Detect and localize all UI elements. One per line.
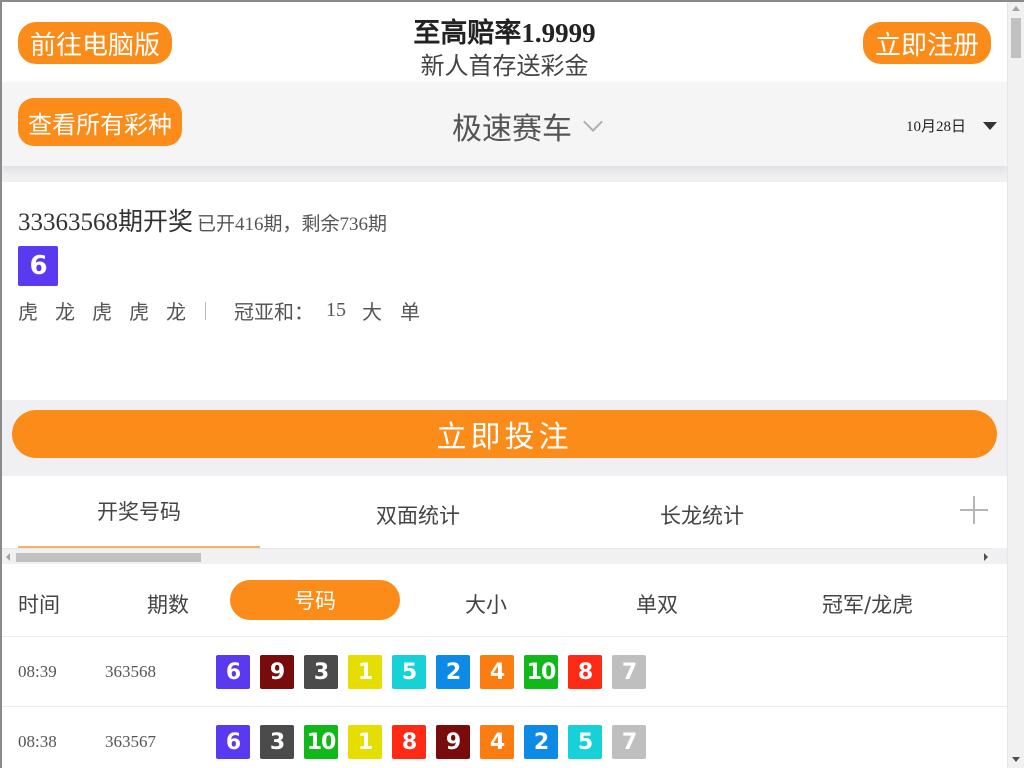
dragon-tiger-5: 龙	[166, 300, 186, 324]
tab-draw-numbers[interactable]: 开奖号码	[97, 496, 181, 526]
draw-result-line: 虎 龙 虎 虎 龙 冠亚和： 15 大 单	[18, 296, 438, 325]
number-ball: 7	[612, 725, 646, 759]
scrollbar-thumb[interactable]	[1011, 18, 1021, 58]
number-ball: 6	[216, 655, 250, 689]
lottery-name: 极速赛车	[452, 112, 572, 147]
column-numbers[interactable]: 号码	[230, 580, 400, 620]
number-ball: 2	[436, 655, 470, 689]
chevron-down-icon	[583, 112, 603, 132]
draw-progress: 已开416期，剩余736期	[197, 214, 388, 235]
date-selector[interactable]: 10月28日	[906, 115, 998, 136]
lottery-toolbar: 查看所有彩种 极速赛车 10月28日	[2, 82, 1007, 166]
promo-header: 前往电脑版 至高赔率1.9999 新人首存送彩金 立即注册	[2, 2, 1007, 82]
sum-value: 15	[326, 299, 346, 321]
tab-long-dragon-stats[interactable]: 长龙统计	[660, 500, 744, 530]
tab-two-sided-stats[interactable]: 双面统计	[376, 500, 460, 530]
sum-parity: 单	[400, 300, 420, 324]
caret-down-icon	[983, 121, 998, 130]
column-champion-dragon-tiger[interactable]: 冠军/龙虎	[822, 589, 913, 619]
draw-issue-suffix: 期开奖	[118, 207, 194, 236]
column-parity[interactable]: 单双	[636, 589, 678, 619]
divider	[205, 301, 206, 320]
number-ball: 1	[348, 725, 382, 759]
scrollbar-thumb[interactable]	[16, 553, 201, 562]
row-issue: 363568	[105, 662, 156, 681]
sum-label: 冠亚和：	[234, 300, 314, 324]
number-ball: 9	[436, 725, 470, 759]
dragon-tiger-1: 虎	[18, 300, 38, 324]
number-ball: 8	[568, 655, 602, 689]
number-ball: 3	[304, 655, 338, 689]
number-ball: 8	[392, 725, 426, 759]
number-ball: 3	[260, 725, 294, 759]
number-ball: 1	[348, 655, 382, 689]
dragon-tiger-3: 虎	[92, 300, 112, 324]
number-ball: 7	[612, 655, 646, 689]
column-time[interactable]: 时间	[18, 589, 60, 619]
date-label: 10月28日	[906, 119, 967, 135]
row-balls: 6 9 3 1 5 2 4 10 8 7	[216, 655, 656, 689]
row-issue: 363567	[105, 732, 156, 751]
plus-icon[interactable]	[960, 496, 988, 524]
number-ball: 4	[480, 655, 514, 689]
number-ball: 10	[304, 725, 338, 759]
number-ball: 5	[392, 655, 426, 689]
row-balls: 6 3 10 1 8 9 4 2 5 7	[216, 725, 656, 759]
lottery-selector[interactable]: 极速赛车	[452, 104, 603, 148]
sum-size: 大	[362, 300, 382, 324]
number-ball: 5	[568, 725, 602, 759]
number-ball: 4	[480, 725, 514, 759]
scroll-up-icon[interactable]	[1012, 6, 1020, 11]
history-header: 时间 期数 号码 大小 单双 冠军/龙虎	[2, 564, 1007, 636]
dragon-tiger-2: 龙	[55, 300, 75, 324]
stats-tabs: 开奖号码 双面统计 长龙统计	[2, 476, 1007, 548]
scroll-left-icon[interactable]	[6, 553, 10, 561]
table-row: 08:38 363567 6 3 10 1 8 9 4 2 5 7	[2, 706, 1007, 768]
horizontal-scrollbar[interactable]	[2, 548, 992, 564]
vertical-scrollbar[interactable]	[1007, 2, 1024, 768]
scroll-right-icon[interactable]	[984, 553, 988, 561]
column-size[interactable]: 大小	[465, 589, 507, 619]
draw-issue-line: 33363568 期开奖 已开416期，剩余736期	[18, 202, 387, 238]
promo-subtitle: 新人首存送彩金	[420, 52, 589, 80]
column-issue[interactable]: 期数	[147, 589, 189, 619]
register-button[interactable]: 立即注册	[863, 22, 991, 64]
row-time: 08:38	[18, 732, 57, 751]
number-ball: 6	[216, 725, 250, 759]
row-time: 08:39	[18, 662, 57, 681]
scroll-down-icon[interactable]	[1012, 757, 1020, 762]
dragon-tiger-4: 虎	[129, 300, 149, 324]
page: 前往电脑版 至高赔率1.9999 新人首存送彩金 立即注册 查看所有彩种 极速赛…	[2, 2, 1007, 768]
number-ball: 10	[524, 655, 558, 689]
promo-title: 至高赔率1.9999	[413, 18, 596, 48]
all-lotteries-button[interactable]: 查看所有彩种	[18, 98, 182, 146]
table-row: 08:39 363568 6 9 3 1 5 2 4 10 8 7	[2, 636, 1007, 706]
number-ball: 2	[524, 725, 558, 759]
latest-draw-card: 33363568 期开奖 已开416期，剩余736期 6 虎 龙 虎 虎 龙 冠…	[2, 182, 1007, 400]
draw-issue-number: 33363568	[18, 209, 118, 236]
place-bet-button[interactable]: 立即投注	[12, 410, 997, 458]
number-ball: 9	[260, 655, 294, 689]
draw-ball: 6	[18, 246, 58, 286]
